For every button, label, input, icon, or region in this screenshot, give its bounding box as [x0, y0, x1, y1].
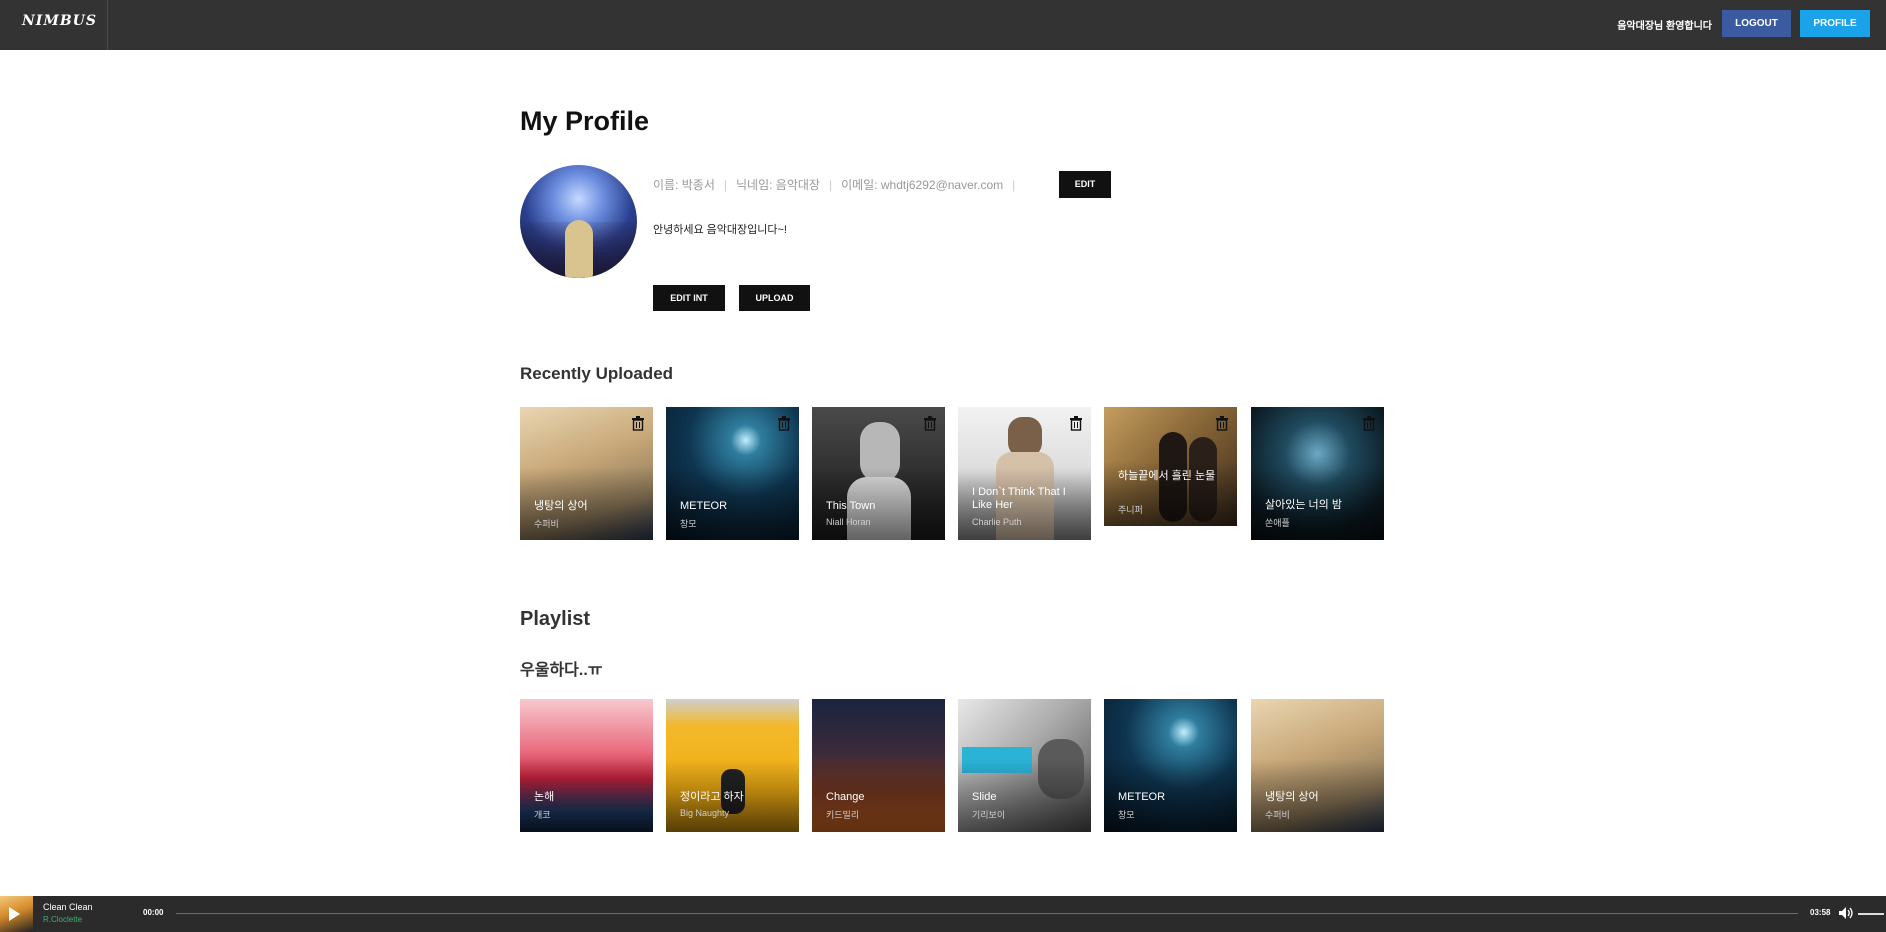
info-separator: | — [723, 178, 727, 192]
card-artist: 수퍼비 — [534, 519, 559, 529]
logo[interactable]: NIMBUS — [22, 13, 97, 29]
edit-intro-button[interactable]: EDIT INT — [653, 285, 725, 311]
profile-button[interactable]: PROFILE — [1800, 10, 1870, 37]
card-title: 살아있는 너의 밤 — [1265, 499, 1342, 511]
playlist-name[interactable]: 우울하다..ㅠ — [520, 656, 603, 680]
card-portrait — [1008, 417, 1042, 457]
card-artist: 주니퍼 — [1118, 505, 1143, 515]
now-playing-artist: R.Cloclette — [43, 915, 83, 924]
progress-bar[interactable] — [176, 913, 1798, 914]
card-title: 하늘끝에서 흘린 눈물 — [1118, 470, 1216, 482]
card-artist: 창모 — [1118, 810, 1135, 820]
play-icon[interactable] — [9, 907, 20, 921]
edit-profile-button[interactable]: EDIT — [1059, 171, 1111, 198]
recent-section-title: Recently Uploaded — [520, 364, 674, 383]
card-title: I Don`t Think That I Like Her — [972, 486, 1066, 511]
playlist-card[interactable]: Slide 기리보이 — [958, 699, 1091, 832]
card-artist: Niall Horan — [826, 517, 871, 527]
now-playing-title: Clean Clean — [43, 902, 93, 912]
trash-icon[interactable] — [1068, 415, 1084, 431]
recent-card[interactable]: This Town Niall Horan — [812, 407, 945, 540]
recent-card[interactable]: METEOR 창모 — [666, 407, 799, 540]
current-time: 00:00 — [143, 908, 164, 917]
card-artist: 기리보이 — [972, 810, 1006, 820]
card-title: Change — [826, 791, 865, 803]
card-artist: 창모 — [680, 519, 697, 529]
recent-card[interactable]: 하늘끝에서 흘린 눈물 주니퍼 — [1104, 407, 1237, 526]
info-separator: | — [828, 178, 833, 192]
page-title: My Profile — [520, 106, 650, 136]
playlist-card[interactable]: 냉탕의 상어 수퍼비 — [1251, 699, 1384, 832]
card-artist: Big Naughty — [680, 808, 730, 818]
profile-nickname: 닉네임: 음악대장 — [736, 178, 820, 192]
playlist-card[interactable]: METEOR 창모 — [1104, 699, 1237, 832]
playlist-card[interactable]: 정이라고 하자 Big Naughty — [666, 699, 799, 832]
playlist-card[interactable]: Change 키드밀리 — [812, 699, 945, 832]
volume-slider[interactable] — [1858, 913, 1884, 915]
logout-button[interactable]: LOGOUT — [1722, 10, 1791, 37]
recent-card[interactable]: 살아있는 너의 밤 쏜애플 — [1251, 407, 1384, 540]
playlist-section-title: Playlist — [520, 608, 591, 630]
card-artist: Charlie Puth — [972, 517, 1022, 527]
profile-name: 이름: 박종서 — [653, 178, 715, 192]
profile-intro: 안녕하세요 음악대장입니다~! — [653, 224, 787, 236]
card-title: Slide — [972, 791, 997, 803]
music-player-bar: Clean Clean R.Cloclette 00:00 03:58 — [0, 896, 1886, 932]
recent-card[interactable]: I Don`t Think That I Like Her Charlie Pu… — [958, 407, 1091, 540]
card-title: This Town — [826, 500, 876, 512]
recent-card[interactable]: 냉탕의 상어 수퍼비 — [520, 407, 653, 540]
logo-area[interactable]: NIMBUS — [0, 0, 108, 50]
card-artist: 개코 — [534, 810, 551, 820]
trash-icon[interactable] — [1214, 415, 1230, 431]
card-title: METEOR — [680, 500, 728, 512]
card-artist: 키드밀리 — [826, 810, 860, 820]
profile-info: 이름: 박종서 | 닉네임: 음악대장 | 이메일: whdtj6292@naver.c… — [653, 176, 1024, 193]
trash-icon[interactable] — [776, 415, 792, 431]
avatar-person — [565, 220, 593, 278]
info-separator: | — [1012, 178, 1016, 192]
avatar — [520, 165, 637, 278]
card-artist: 쏜애플 — [1265, 518, 1290, 528]
card-title: 냉탕의 상어 — [534, 500, 588, 512]
top-navbar: NIMBUS 음악대장님 환영합니다 LOGOUT PROFILE — [0, 0, 1886, 50]
trash-icon[interactable] — [922, 415, 938, 431]
playlist-card[interactable]: 논해 개코 — [520, 699, 653, 832]
card-title: METEOR — [1118, 791, 1166, 803]
trash-icon[interactable] — [630, 415, 646, 431]
volume-icon[interactable] — [1838, 906, 1854, 920]
welcome-message: 음악대장님 환영합니다 — [1617, 21, 1712, 32]
track-duration: 03:58 — [1810, 908, 1831, 917]
trash-icon[interactable] — [1361, 415, 1377, 431]
upload-button[interactable]: UPLOAD — [739, 285, 810, 311]
card-title: 정이라고 하자 — [680, 791, 744, 803]
card-title: 냉탕의 상어 — [1265, 791, 1319, 803]
card-artist: 수퍼비 — [1265, 810, 1290, 820]
card-title: 논해 — [534, 791, 555, 803]
now-playing-thumbnail — [0, 896, 33, 932]
profile-email: 이메일: whdtj6292@naver.com — [841, 178, 1004, 192]
